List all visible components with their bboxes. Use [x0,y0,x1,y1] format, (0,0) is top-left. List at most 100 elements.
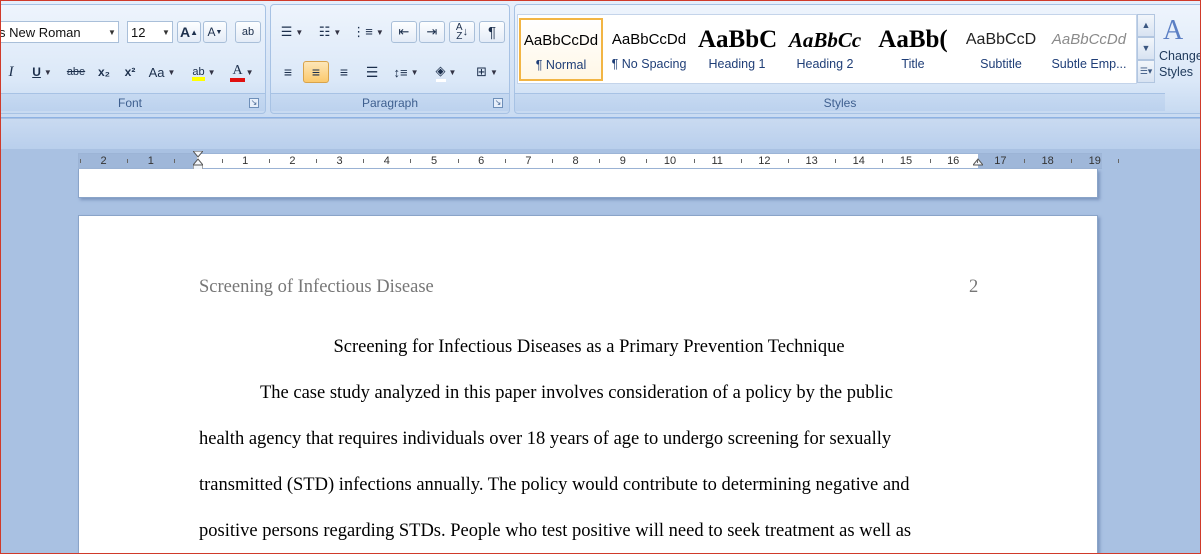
style-normal[interactable]: AaBbCcDd ¶ Normal [519,18,603,81]
sort-az-icon: AZ [455,22,463,42]
body-line[interactable]: transmitted (STD) infections annually. T… [199,475,910,496]
ruler-left-margin [79,154,197,168]
body-line[interactable]: The case study analyzed in this paper in… [260,383,893,404]
font-color-label: A [232,62,243,78]
ruler-tick [127,159,129,163]
caret-down-icon: ▼ [215,28,223,36]
bullets-button[interactable]: ☰ ▼ [275,21,309,43]
line-spacing-button[interactable]: ↕≡ ▼ [389,61,423,83]
shading-button[interactable]: ◈ ▼ [427,61,465,83]
chevron-down-icon[interactable]: ▼ [208,68,216,77]
superscript-button[interactable]: x² [119,61,141,83]
line-spacing-icon: ↕≡ [393,64,408,80]
ruler-tick [693,159,695,163]
ruler-number: 6 [478,155,485,167]
caret-up-icon: ▲ [190,27,199,37]
font-group: s New Roman ▼ 12 ▼ A ▲ A ▼ ab I U ▼ abe x₂ … [0,4,266,114]
borders-button[interactable]: ⊞ ▼ [469,61,505,83]
highlight-button[interactable]: ab ▼ [185,61,223,83]
page-number[interactable]: 2 [969,277,978,298]
ruler-number: 2 [100,155,107,167]
clear-formatting-button[interactable]: ab [235,21,261,43]
chevron-down-icon[interactable]: ▼ [246,68,254,77]
dialog-launcher-icon[interactable]: ↘ [249,98,259,108]
paragraph-group: ☰ ▼ ☷ ▼ ⋮≡ ▼ ⇤ ⇥ A Z ↓ ¶ ≡ ≡ ≡ ☰ ↕≡ ▼ ◈ … [270,4,510,114]
document-title[interactable]: Screening for Infectious Diseases as a P… [99,337,1079,358]
chevron-down-icon[interactable]: ▼ [295,28,303,37]
running-header[interactable]: Screening of Infectious Disease [199,277,434,298]
style-title[interactable]: AaBb( Title [871,18,955,81]
italic-button[interactable]: I [1,61,21,83]
strikethrough-button[interactable]: abe [63,61,89,83]
numbering-button[interactable]: ☷ ▼ [313,21,347,43]
body-line[interactable]: positive persons regarding STDs. People … [199,521,911,542]
chevron-down-icon[interactable]: ▼ [106,22,118,42]
change-case-button[interactable]: Aa ▼ [145,61,179,83]
ruler-tick [174,159,176,163]
ruler-tick [929,159,931,163]
shrink-font-button[interactable]: A ▼ [203,21,227,43]
numbered-list-icon: ☷ [318,24,331,39]
chevron-down-icon[interactable]: ▼ [449,68,457,77]
change-styles-button[interactable]: A Change Styles [1157,14,1201,94]
style-subtitle[interactable]: AaBbCcD Subtitle [959,18,1043,81]
increase-indent-button[interactable]: ⇥ [419,21,445,43]
grow-font-button[interactable]: A ▲ [177,21,201,43]
chevron-down-icon[interactable]: ▼ [376,28,384,37]
decrease-indent-button[interactable]: ⇤ [391,21,417,43]
style-name: Heading 1 [708,57,766,71]
ruler-tick [363,159,365,163]
highlighter-icon: ab [192,64,205,81]
chevron-down-icon[interactable]: ▼ [490,68,498,77]
change-styles-label-1: Change [1159,49,1201,63]
horizontal-ruler[interactable]: 2 1 1 2 3 4 5 6 7 8 9 10 11 12 13 14 15 16 17 18 19 [78,151,1120,171]
subscript-icon: x₂ [97,65,110,79]
style-sample: AaBbCcDd [523,32,599,49]
gallery-up-icon[interactable]: ▲ [1137,14,1155,37]
align-right-icon: ≡ [339,64,349,80]
style-heading-1[interactable]: AaBbC( Heading 1 [695,18,779,81]
font-color-button[interactable]: A ▼ [225,61,261,83]
align-center-button[interactable]: ≡ [303,61,329,83]
chevron-down-icon[interactable]: ▼ [411,68,419,77]
chevron-down-icon[interactable]: ▼ [44,68,52,77]
align-right-button[interactable]: ≡ [331,61,357,83]
gallery-more-icon[interactable]: ☰▾ [1137,60,1155,83]
multilevel-list-button[interactable]: ⋮≡ ▼ [351,21,385,43]
style-no-spacing[interactable]: AaBbCcDd ¶ No Spacing [607,18,691,81]
font-name-combo[interactable]: s New Roman ▼ [0,21,119,43]
gallery-scroll: ▲ ▼ ☰▾ [1137,14,1155,84]
chevron-down-icon[interactable]: ▼ [160,22,172,42]
ruler-number: 14 [852,155,865,167]
first-line-indent-marker[interactable] [193,151,203,171]
subscript-button[interactable]: x₂ [93,61,115,83]
ruler-tick [80,159,81,163]
style-subtle-emphasis[interactable]: AaBbCcDd Subtle Emp... [1047,18,1131,81]
font-size-combo[interactable]: 12 ▼ [127,21,173,43]
ruler-number: 18 [1041,155,1054,167]
bullet-list-icon: ☰ [280,24,293,39]
decrease-indent-icon: ⇤ [398,24,410,39]
show-formatting-button[interactable]: ¶ [479,21,505,43]
ruler-number: 11 [711,155,723,167]
underline-button[interactable]: U ▼ [25,61,59,83]
chevron-down-icon[interactable]: ▼ [167,68,175,77]
clear-formatting-icon: ab [241,26,255,38]
style-heading-2[interactable]: AaBbCc Heading 2 [783,18,867,81]
chevron-down-icon[interactable]: ▼ [333,28,341,37]
dialog-launcher-icon[interactable]: ↘ [493,98,503,108]
body-line[interactable]: health agency that requires individuals … [199,429,891,450]
align-left-button[interactable]: ≡ [275,61,301,83]
sort-button[interactable]: A Z ↓ [449,21,475,43]
ruler-number: 10 [663,155,677,167]
ruler-number: 16 [947,155,960,167]
style-sample: AaBbCcDd [611,31,687,48]
ruler-number: 1 [147,155,154,167]
justify-button[interactable]: ☰ [359,61,385,83]
shrink-font-label: A [207,25,216,39]
gallery-down-icon[interactable]: ▼ [1137,37,1155,60]
right-indent-marker[interactable] [973,151,983,171]
increase-indent-icon: ⇥ [426,24,438,39]
ruler-tick [976,159,978,163]
document-page[interactable]: Screening of Infectious Disease 2 Screen… [78,215,1098,554]
